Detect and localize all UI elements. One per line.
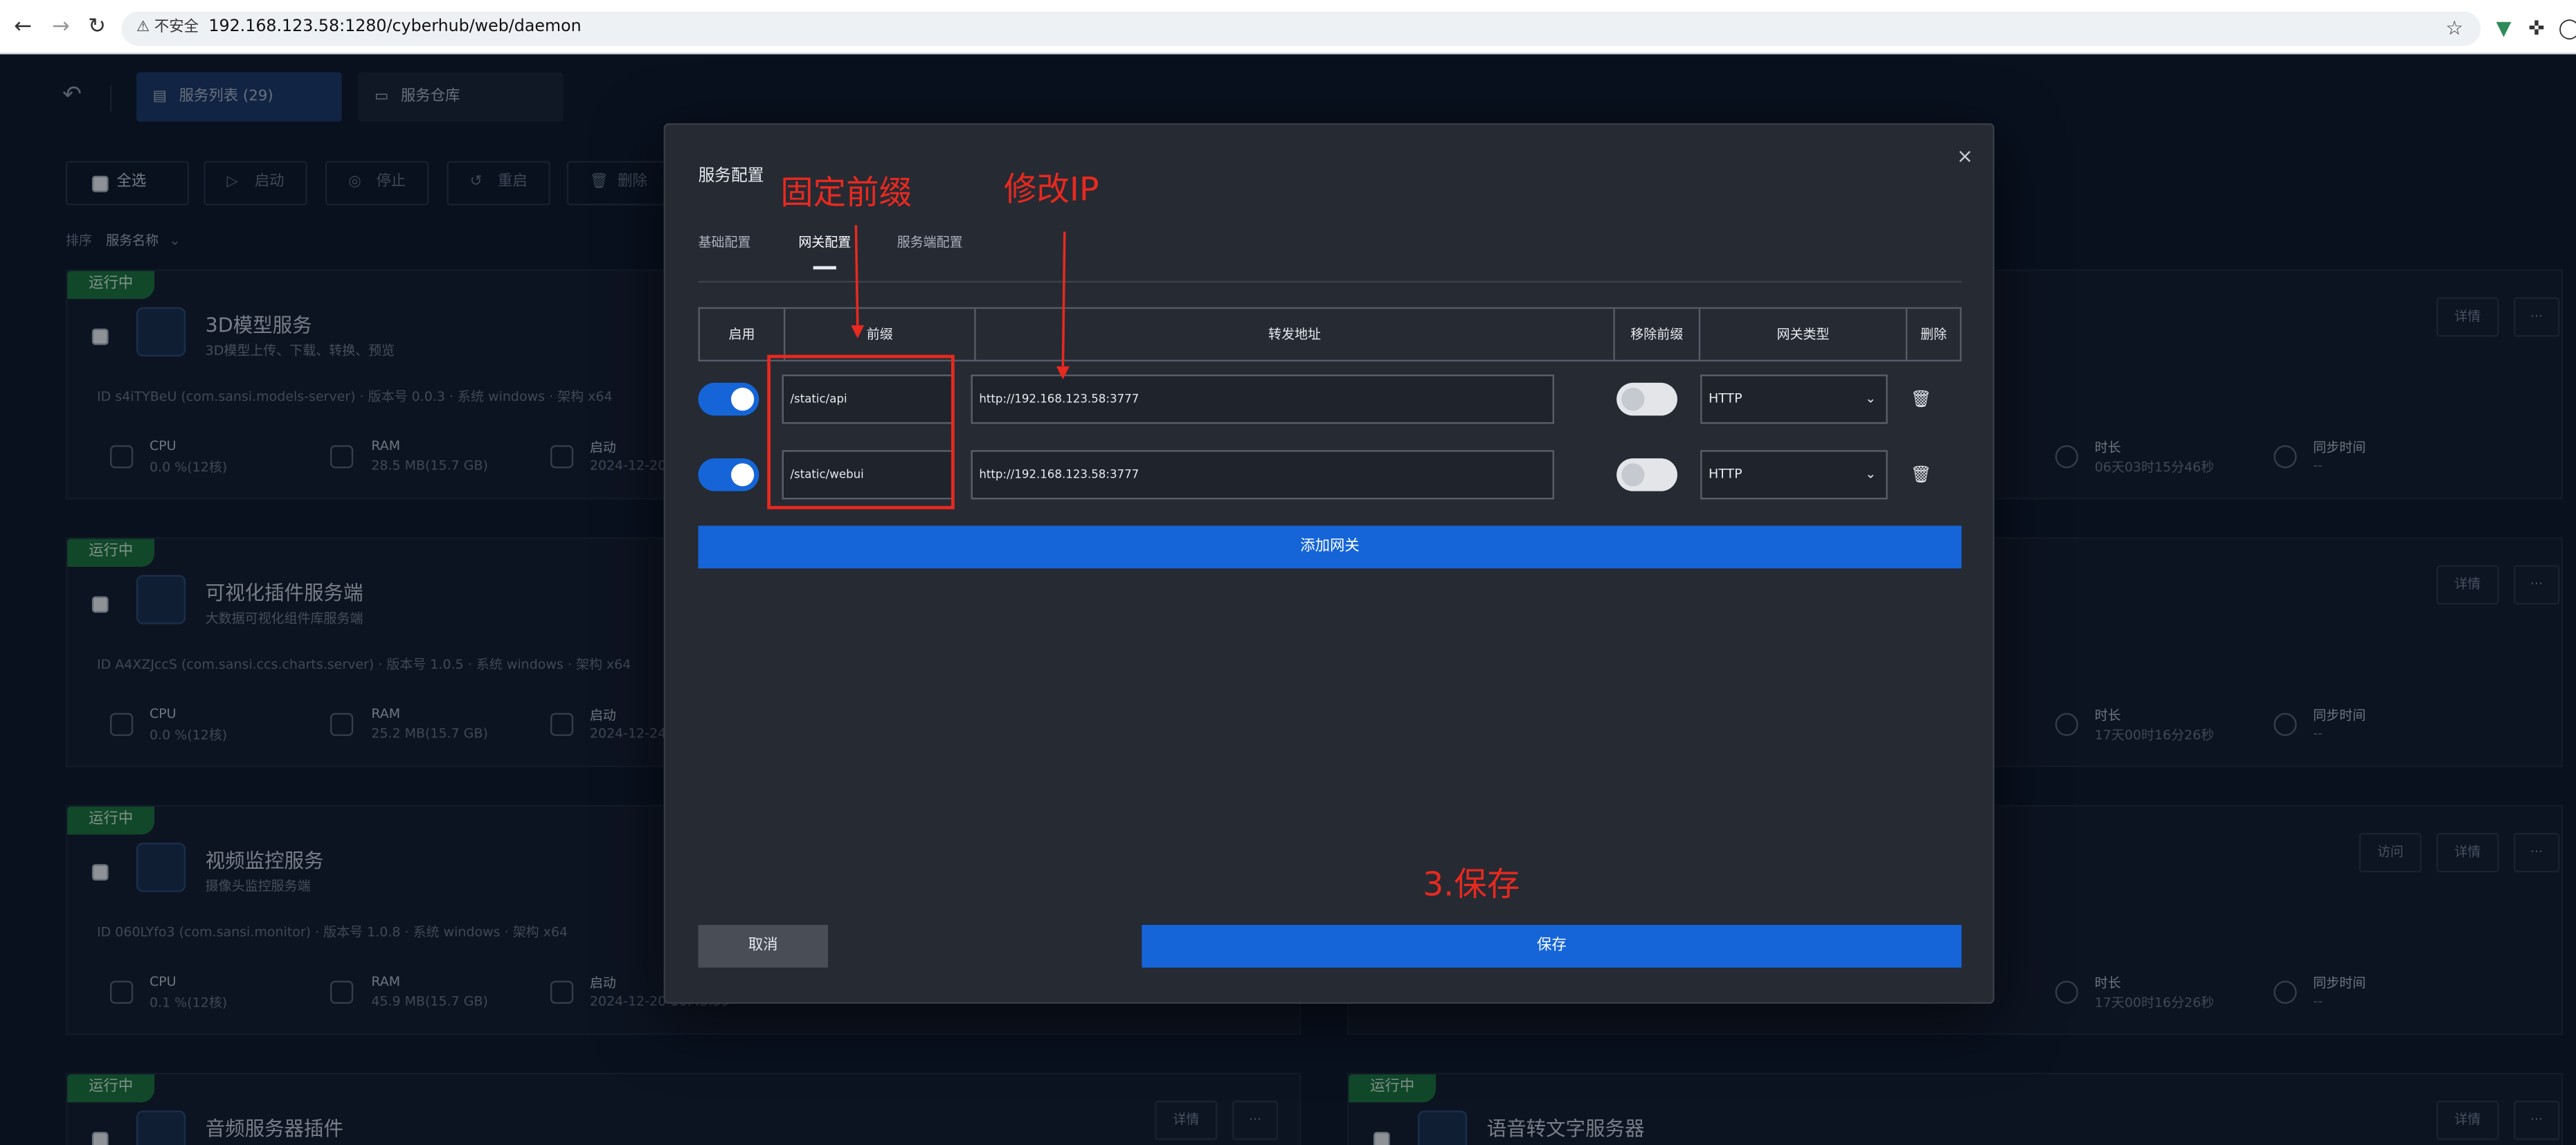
arrow-line-ip — [1061, 231, 1066, 367]
arrowhead-ip — [1056, 366, 1070, 380]
arrowhead-prefix — [851, 325, 865, 339]
annotation-arrows — [851, 225, 1070, 380]
arrow-line-prefix — [854, 225, 859, 325]
screen: ← → ↻ ⚠ 不安全 192.168.123.58:1280/cyberhub… — [0, 0, 2576, 1145]
